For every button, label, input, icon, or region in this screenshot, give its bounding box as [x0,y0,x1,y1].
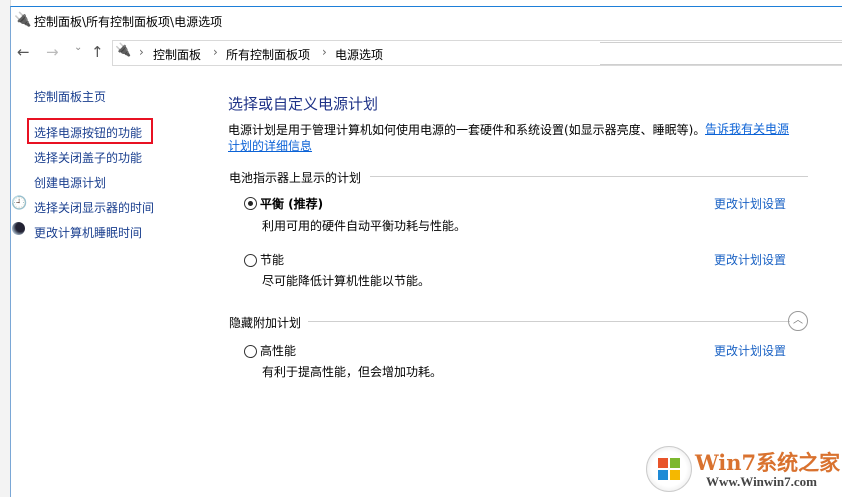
breadcrumb-separator: › [139,45,144,59]
plan-power-saver-radio[interactable] [244,254,257,267]
sleep-moon-icon [12,222,25,235]
learn-more-link-part1[interactable]: 告诉我有关电源 [705,121,800,137]
sidebar-create-plan[interactable]: 创建电源计划 [34,174,106,191]
address-bar[interactable]: 🔌 › 控制面板 › 所有控制面板项 › 电源选项 [112,40,842,66]
plan-high-performance-name[interactable]: 高性能 [260,342,296,359]
battery-plans-header: 电池指示器上显示的计划 [229,171,362,185]
address-power-icon: 🔌 [115,43,132,58]
window-title: 控制面板\所有控制面板项\电源选项 [34,15,223,29]
power-options-icon: 🔌 [14,12,32,28]
up-button[interactable]: ↑ [91,43,104,61]
breadcrumb-all-items[interactable]: 所有控制面板项 [226,46,310,63]
plan-high-performance-radio[interactable] [244,345,257,358]
breadcrumb-control-panel[interactable]: 控制面板 [153,46,201,63]
breadcrumb-separator: › [213,45,218,59]
forward-button[interactable]: → [46,43,59,61]
watermark-brand: Win7系统之家 [695,450,841,475]
back-button[interactable]: ← [17,43,30,61]
display-clock-icon: 🕘 [11,196,28,211]
sidebar-power-button-function[interactable]: 选择电源按钮的功能 [34,124,142,141]
watermark-url: Www.Winwin7.com [706,474,817,489]
page-description: 电源计划是用于管理计算机如何使用电源的一套硬件和系统设置(如显示器亮度、睡眠等)… [228,123,706,137]
breadcrumb-power-options[interactable]: 电源选项 [335,46,383,63]
plan-balanced-name[interactable]: 平衡 (推荐) [260,195,323,212]
page-title: 选择或自定义电源计划 [228,95,379,113]
plan-high-performance-change-settings[interactable]: 更改计划设置 [714,342,786,359]
plan-power-saver-desc: 尽可能降低计算机性能以节能。 [262,274,431,288]
collapse-chevron-up-icon[interactable]: ︿ [788,311,808,331]
hidden-plans-header: 隐藏附加计划 [229,316,302,330]
sidebar-control-panel-home[interactable]: 控制面板主页 [34,88,106,105]
plan-high-performance-desc: 有利于提高性能，但会增加功耗。 [262,365,443,379]
learn-more-link[interactable]: 计划的详细信息 [228,137,312,154]
plan-balanced-radio[interactable] [244,197,257,210]
plan-power-saver-change-settings[interactable]: 更改计划设置 [714,251,786,268]
sidebar-sleep-time[interactable]: 更改计算机睡眠时间 [34,224,142,241]
sidebar-display-off-time[interactable]: 选择关闭显示器的时间 [34,199,154,216]
windows-logo-icon [646,446,692,492]
sidebar-lid-function[interactable]: 选择关闭盖子的功能 [34,149,142,166]
plan-power-saver-name[interactable]: 节能 [260,251,284,268]
breadcrumb-separator: › [322,45,327,59]
recent-locations-button[interactable]: ⌄ [74,42,82,53]
plan-balanced-change-settings[interactable]: 更改计划设置 [714,195,786,212]
plan-balanced-desc: 利用可用的硬件自动平衡功耗与性能。 [262,219,467,233]
